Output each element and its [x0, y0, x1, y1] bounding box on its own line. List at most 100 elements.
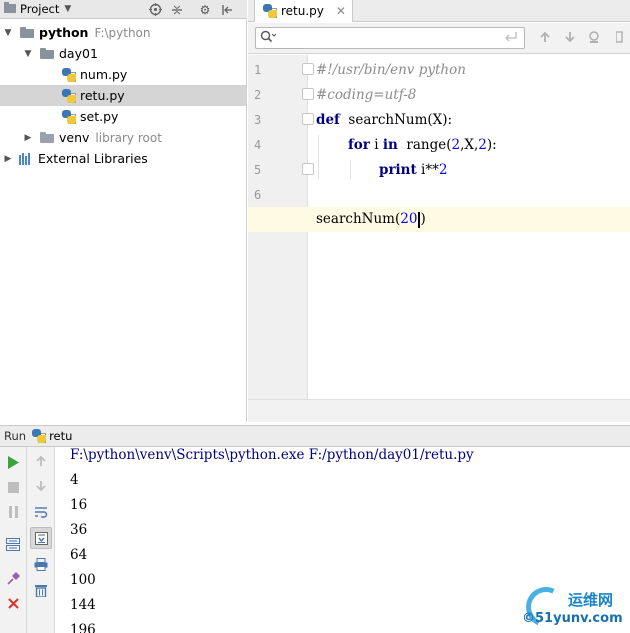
close-icon[interactable]: ✕ [336, 4, 346, 18]
tree-item-label: python [39, 25, 89, 40]
editor-tab-bar: retu.py ✕ [248, 0, 630, 22]
code-line-2: #coding=utf-8 [248, 82, 630, 107]
run-panel-header: Run retu [0, 425, 630, 447]
chevron-down-icon[interactable]: ▼ [64, 4, 71, 14]
project-folder-icon [4, 2, 16, 16]
tree-item-note: library root [95, 130, 162, 145]
python-file-icon [62, 88, 76, 103]
find-field[interactable] [255, 27, 525, 49]
search-input[interactable] [276, 29, 504, 47]
code-text: i [369, 136, 383, 153]
trash-icon[interactable] [30, 579, 52, 601]
target-icon[interactable] [147, 2, 163, 18]
code-text: i** [416, 161, 439, 178]
code-line-3: def searchNum(X): [248, 107, 630, 132]
print-icon[interactable] [30, 553, 52, 575]
line-number: 6 [254, 188, 262, 202]
tree-item-label: num.py [80, 67, 128, 82]
library-icon [19, 152, 33, 165]
watermark-name: 运维网 [568, 591, 614, 609]
hide-panel-icon[interactable] [219, 2, 235, 18]
code-keyword: for [348, 136, 370, 153]
chevron-right-icon[interactable]: ▶ [22, 133, 34, 143]
chevron-right-icon[interactable]: ▶ [2, 154, 14, 164]
folder-icon [40, 48, 54, 59]
tree-item-external-libraries[interactable]: ▶ External Libraries [0, 148, 246, 169]
code-text: ,X, [460, 136, 479, 153]
folder-icon [20, 27, 34, 38]
restore-layout-icon[interactable] [2, 533, 24, 555]
tree-item-day01[interactable]: ▼ day01 [0, 43, 246, 64]
collapse-all-icon[interactable] [169, 2, 185, 18]
project-panel-title: Project [20, 2, 60, 16]
code-comment: #coding=utf-8 [316, 86, 417, 103]
console-output-line: 100 [70, 572, 96, 588]
code-line-1: #!/usr/bin/env python [248, 57, 630, 82]
pause-icon[interactable] [2, 501, 24, 523]
tree-item-retu-py[interactable]: retu.py [0, 85, 246, 106]
console-output-line: 16 [70, 497, 88, 513]
tree-item-path: F:\python [94, 25, 151, 40]
project-tree: ▼ python F:\python ▼ day01 num.py retu.p… [0, 20, 247, 422]
run-config-name[interactable]: retu [49, 429, 72, 443]
python-file-icon [62, 67, 76, 82]
chevron-down-icon[interactable]: ▼ [2, 28, 14, 38]
stop-icon[interactable] [2, 476, 24, 498]
run-toolbar-right [27, 447, 55, 633]
code-editor[interactable]: 1 2 3 4 5 6 7 #!/usr/bin/env python #cod… [248, 55, 630, 399]
arrow-up-icon[interactable] [537, 29, 553, 45]
code-text: for i in range(2,X,2): [348, 137, 497, 153]
code-text: def searchNum(X): [316, 112, 452, 128]
tree-item-set-py[interactable]: set.py [0, 106, 246, 127]
gear-icon[interactable]: ⚙ [197, 2, 213, 18]
watermark-logo: 运维网 ©51yunv.com [520, 581, 630, 633]
code-number: 20 [400, 211, 418, 228]
tree-item-num-py[interactable]: num.py [0, 64, 246, 85]
console-output-line: 196 [70, 622, 96, 633]
folder-icon [40, 132, 54, 143]
code-keyword: print [379, 161, 417, 178]
tree-item-label: day01 [59, 46, 98, 61]
tree-item-python[interactable]: ▼ python F:\python [0, 22, 246, 43]
tree-item-venv[interactable]: ▶ venv library root [0, 127, 246, 148]
code-line-7: searchNum(20) [248, 207, 630, 232]
chevron-down-icon[interactable]: ▼ [22, 49, 34, 59]
find-all-icon[interactable] [587, 29, 603, 45]
editor-bottom-strip [248, 399, 630, 422]
watermark-site: ©51yunv.com [522, 611, 623, 626]
tab-retu-py[interactable]: retu.py ✕ [254, 0, 353, 22]
code-line-4: for i in range(2,X,2): [248, 132, 630, 157]
code-text: searchNum(X): [339, 111, 453, 128]
console-output-line: 64 [70, 547, 88, 563]
code-keyword: in [382, 136, 398, 153]
code-number: 2 [478, 136, 487, 153]
code-comment: #!/usr/bin/env python [316, 61, 466, 78]
pin-icon[interactable] [2, 567, 24, 589]
soft-wrap-icon[interactable] [30, 501, 52, 523]
close-icon[interactable] [2, 592, 24, 614]
search-icon[interactable] [260, 30, 277, 46]
code-function-call: searchNum( [316, 211, 401, 228]
python-file-icon [62, 109, 76, 124]
run-toolbar-left [0, 447, 27, 633]
tree-item-label: External Libraries [38, 151, 148, 166]
code-line-5: print i**2 [248, 157, 630, 182]
tree-item-label: venv [59, 130, 90, 145]
tree-item-label: set.py [80, 109, 119, 124]
code-text: print i**2 [379, 162, 447, 178]
tree-item-label: retu.py [80, 88, 125, 103]
project-view-selector[interactable]: Project ▼ [0, 2, 140, 16]
console-output-line: 4 [70, 472, 79, 488]
arrow-up-icon[interactable] [30, 450, 52, 472]
code-text: range( [397, 136, 452, 153]
rerun-icon[interactable] [2, 451, 24, 473]
console-output-line: 144 [70, 597, 96, 613]
find-bar [248, 23, 630, 54]
arrow-down-icon[interactable] [562, 29, 578, 45]
arrow-down-icon[interactable] [30, 475, 52, 497]
more-options-icon[interactable] [612, 29, 628, 45]
code-text: ) [420, 211, 426, 228]
code-number: 2 [451, 136, 461, 153]
scroll-to-end-icon[interactable] [30, 527, 52, 549]
enter-icon[interactable] [504, 31, 518, 46]
